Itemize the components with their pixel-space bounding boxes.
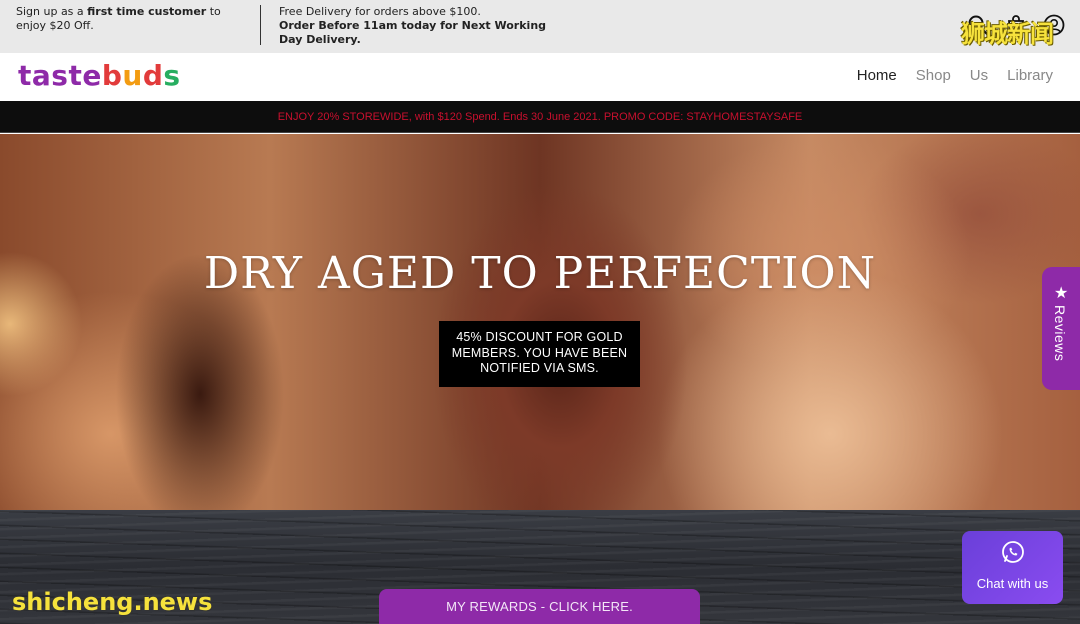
nav-item-shop[interactable]: Shop [916,67,951,84]
logo-letter: s [163,59,181,92]
chat-widget-button[interactable]: Chat with us [962,531,1063,604]
chat-label: Chat with us [976,576,1049,591]
delivery-promo: Free Delivery for orders above $100. Ord… [279,5,549,47]
watermark-chinese: 狮城新闻 [961,20,1054,48]
main-nav: Home Shop Us Library [857,67,1053,84]
logo-letter: s [51,59,69,92]
delivery-cutoff-text: Order Before 11am today for Next Working… [279,19,547,46]
nav-item-library[interactable]: Library [1007,67,1053,84]
star-icon: ★ [1054,283,1069,302]
reviews-tab-label: Reviews [1052,305,1068,362]
site-header: tastebuds Home Shop Us Library [0,53,1080,101]
watermark-site: shicheng.news [12,588,213,616]
logo-letter: t [68,59,83,92]
announcement-bar: ENJOY 20% STOREWIDE, with $120 Spend. En… [0,101,1080,133]
logo-letter: d [142,59,164,92]
reviews-tab[interactable]: ★ Reviews [1042,267,1080,390]
signup-promo: Sign up as a first time customer to enjo… [16,5,246,33]
logo-letter: u [122,59,143,92]
tastebuds-logo[interactable]: tastebuds [18,59,181,92]
signup-bold-text: first time customer [87,5,207,18]
hero-banner: DRY AGED TO PERFECTION 45% DISCOUNT FOR … [0,134,1080,510]
my-rewards-button[interactable]: MY REWARDS - CLICK HERE. [379,589,700,624]
top-info-bar: Sign up as a first time customer to enjo… [0,0,1080,53]
logo-letter: t [18,59,32,92]
gold-member-discount-badge: 45% DISCOUNT FOR GOLD MEMBERS. YOU HAVE … [439,321,640,387]
topbar-divider [260,5,261,45]
hero-title: DRY AGED TO PERFECTION [203,248,877,299]
logo-letter: e [82,59,102,92]
logo-letter: a [31,59,52,92]
nav-item-us[interactable]: Us [970,67,988,84]
nav-item-home[interactable]: Home [857,67,897,84]
whatsapp-icon [1000,539,1026,565]
logo-letter: b [101,59,123,92]
delivery-text: Free Delivery for orders above $100. [279,5,481,18]
signup-text: Sign up as a [16,5,88,18]
